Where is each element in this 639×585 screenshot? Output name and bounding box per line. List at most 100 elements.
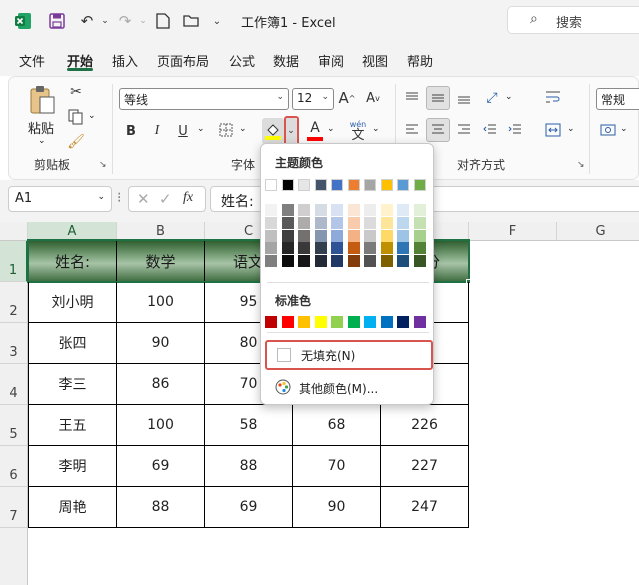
theme-color-swatch[interactable] xyxy=(265,179,277,191)
theme-shade-swatch[interactable] xyxy=(281,204,294,216)
theme-shade-swatch[interactable] xyxy=(298,204,310,216)
copy-dropdown-icon[interactable]: ⌄ xyxy=(88,111,96,121)
theme-shade-swatch[interactable] xyxy=(413,255,426,268)
theme-shade-swatch[interactable] xyxy=(331,255,343,268)
theme-color-swatch[interactable] xyxy=(397,179,409,191)
row-header-3[interactable]: 3 xyxy=(0,323,28,364)
standard-color-swatch[interactable] xyxy=(380,316,393,328)
standard-color-swatch[interactable] xyxy=(331,316,343,328)
theme-shade-swatch[interactable] xyxy=(380,255,393,268)
cell-total[interactable]: 226 xyxy=(381,405,469,446)
cell-name[interactable]: 刘小明 xyxy=(28,282,117,323)
standard-color-swatch[interactable] xyxy=(364,316,376,328)
theme-shade-swatch[interactable] xyxy=(413,204,426,216)
cancel-icon[interactable]: ✕ xyxy=(137,190,150,208)
menu-review[interactable]: 审阅 xyxy=(318,51,344,70)
merge-center-icon[interactable] xyxy=(543,120,563,140)
increase-indent-icon[interactable] xyxy=(505,120,525,140)
theme-color-swatch[interactable] xyxy=(314,179,327,191)
theme-shade-swatch[interactable] xyxy=(397,216,409,229)
no-fill-option[interactable]: 无填充(N) xyxy=(265,340,433,370)
theme-shade-swatch[interactable] xyxy=(298,242,310,255)
clipboard-launcher-icon[interactable]: ↘ xyxy=(99,160,107,170)
font-color-button[interactable]: A xyxy=(306,120,324,142)
theme-shade-swatch[interactable] xyxy=(347,204,360,216)
theme-shade-swatch[interactable] xyxy=(347,242,360,255)
cell-math[interactable]: 90 xyxy=(117,323,205,364)
cell-name[interactable]: 张四 xyxy=(28,323,117,364)
more-colors-option[interactable]: 其他颜色(M)... xyxy=(265,376,433,400)
open-folder-icon[interactable] xyxy=(180,10,202,32)
decrease-font-icon[interactable]: Av xyxy=(364,88,382,108)
theme-shade-swatch[interactable] xyxy=(380,242,393,255)
align-right-icon[interactable] xyxy=(454,120,474,140)
theme-color-swatch[interactable] xyxy=(380,179,393,191)
theme-shade-swatch[interactable] xyxy=(281,216,294,229)
cell-chinese[interactable]: 69 xyxy=(205,487,293,528)
column-header-f[interactable]: F xyxy=(469,222,557,241)
increase-font-icon[interactable]: A ^ xyxy=(338,88,356,108)
align-middle-icon[interactable] xyxy=(426,86,450,110)
redo-dropdown-icon[interactable]: ⌄ xyxy=(132,10,154,32)
theme-shade-swatch[interactable] xyxy=(331,229,343,242)
copy-icon[interactable] xyxy=(66,107,86,127)
theme-shade-swatch[interactable] xyxy=(265,216,277,229)
menu-view[interactable]: 视图 xyxy=(362,51,388,70)
bold-button[interactable]: B xyxy=(124,122,138,140)
theme-color-swatch[interactable] xyxy=(364,179,376,191)
menu-help[interactable]: 帮助 xyxy=(407,51,433,70)
theme-shade-swatch[interactable] xyxy=(265,255,277,268)
theme-shade-swatch[interactable] xyxy=(347,229,360,242)
theme-shade-swatch[interactable] xyxy=(265,242,277,255)
theme-shade-swatch[interactable] xyxy=(298,255,310,268)
row-header-4[interactable]: 4 xyxy=(0,364,28,405)
paste-icon[interactable] xyxy=(26,84,58,116)
theme-shade-swatch[interactable] xyxy=(331,242,343,255)
borders-dropdown-icon[interactable]: ⌄ xyxy=(239,124,247,134)
align-bottom-icon[interactable] xyxy=(454,88,474,108)
cell-english[interactable]: 90 xyxy=(293,487,381,528)
cell-name[interactable]: 李三 xyxy=(28,364,117,405)
font-size-combo[interactable]: 12 ⌄ xyxy=(292,88,334,110)
theme-shade-swatch[interactable] xyxy=(281,242,294,255)
cell-math[interactable]: 69 xyxy=(117,446,205,487)
more-options-icon[interactable]: ⁝ xyxy=(117,190,121,206)
row-header-1[interactable]: 1 xyxy=(0,241,28,282)
phonetic-dropdown-icon[interactable]: ⌄ xyxy=(372,124,380,134)
orientation-icon[interactable]: ⤢ xyxy=(482,88,502,108)
theme-color-swatch[interactable] xyxy=(298,179,310,191)
theme-shade-swatch[interactable] xyxy=(314,204,327,216)
menu-data[interactable]: 数据 xyxy=(273,51,299,70)
currency-dropdown-icon[interactable]: ⌄ xyxy=(620,124,628,134)
theme-shade-swatch[interactable] xyxy=(265,229,277,242)
theme-shade-swatch[interactable] xyxy=(364,216,376,229)
decrease-indent-icon[interactable] xyxy=(480,120,500,140)
menu-insert[interactable]: 插入 xyxy=(112,51,138,70)
theme-color-swatch[interactable] xyxy=(413,179,426,191)
cell-total[interactable]: 247 xyxy=(381,487,469,528)
standard-color-swatch[interactable] xyxy=(281,316,294,328)
theme-shade-swatch[interactable] xyxy=(364,242,376,255)
underline-button[interactable]: U xyxy=(176,122,190,140)
number-format-combo[interactable]: 常规 xyxy=(596,88,639,110)
phonetic-guide-icon[interactable]: wén 文 xyxy=(347,118,369,144)
theme-shade-swatch[interactable] xyxy=(380,204,393,216)
standard-color-swatch[interactable] xyxy=(397,316,409,328)
quick-access-more-icon[interactable]: ⌄ xyxy=(206,10,228,32)
cell-english[interactable]: 70 xyxy=(293,446,381,487)
align-center-icon[interactable] xyxy=(426,118,450,142)
column-header-g[interactable]: G xyxy=(557,222,639,241)
theme-shade-swatch[interactable] xyxy=(397,255,409,268)
theme-shade-swatch[interactable] xyxy=(281,255,294,268)
menu-formulas[interactable]: 公式 xyxy=(229,51,255,70)
theme-shade-swatch[interactable] xyxy=(397,242,409,255)
undo-dropdown-icon[interactable]: ⌄ xyxy=(94,10,116,32)
theme-shade-swatch[interactable] xyxy=(314,229,327,242)
theme-color-swatch[interactable] xyxy=(281,179,294,191)
font-name-combo[interactable]: 等线 ⌄ xyxy=(119,88,289,110)
theme-shade-swatch[interactable] xyxy=(298,229,310,242)
menu-page-layout[interactable]: 页面布局 xyxy=(157,51,209,70)
theme-shade-swatch[interactable] xyxy=(380,216,393,229)
row-header-6[interactable]: 6 xyxy=(0,446,28,487)
wrap-text-icon[interactable] xyxy=(543,86,563,108)
